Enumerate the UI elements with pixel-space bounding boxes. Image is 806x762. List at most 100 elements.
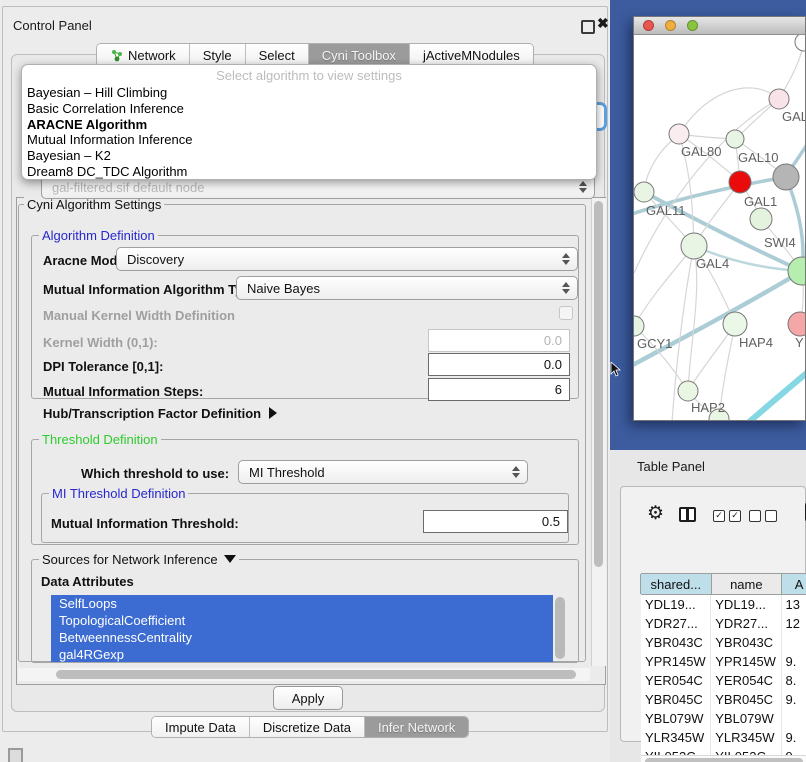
node-top[interactable] xyxy=(795,35,805,51)
mac-close-button[interactable] xyxy=(643,20,654,31)
vertical-scrollbar-thumb[interactable] xyxy=(594,201,603,567)
tab-style[interactable]: Style xyxy=(189,44,245,66)
table-cell: 9. xyxy=(782,652,806,671)
table-cell: YIL052C xyxy=(641,747,711,755)
cyni-mode-tabs: Impute DataDiscretize DataInfer Network xyxy=(151,716,469,738)
sources-title-text: Sources for Network Inference xyxy=(42,552,218,567)
algorithm-option-bayesian-k2[interactable]: Bayesian – K2 xyxy=(22,148,596,164)
node-gal1[interactable] xyxy=(729,171,751,193)
node-gal80[interactable] xyxy=(669,124,689,144)
kernel-width-value: 0.0 xyxy=(544,333,562,348)
network-edge[interactable] xyxy=(749,367,805,420)
select-all-checks-icon[interactable]: ✓✓ xyxy=(713,510,741,522)
network-edge[interactable] xyxy=(634,246,694,326)
attribute-item-topologicalcoefficient[interactable]: TopologicalCoefficient xyxy=(51,612,553,629)
deselect-all-checks-icon[interactable] xyxy=(749,510,777,522)
algorithm-option-dream8-dc-tdc-algorithm[interactable]: Dream8 DC_TDC Algorithm xyxy=(22,164,596,180)
network-edge[interactable] xyxy=(679,88,779,134)
manual-kernel-checkbox[interactable] xyxy=(559,306,573,320)
node-gal-cut[interactable] xyxy=(769,89,789,109)
algorithm-option-basic-correlation-inference[interactable]: Basic Correlation Inference xyxy=(22,101,596,117)
dpi-tolerance-field[interactable]: 0.0 xyxy=(428,353,570,376)
node-pink[interactable] xyxy=(788,312,805,336)
data-attributes-list[interactable]: SelfLoopsTopologicalCoefficientBetweenne… xyxy=(51,595,553,662)
table-row[interactable]: YIL052CYIL052C9. xyxy=(641,747,806,755)
table-panel-title: Table Panel xyxy=(637,459,705,474)
mi-threshold-field[interactable]: 0.5 xyxy=(423,510,568,533)
node-gray[interactable] xyxy=(773,164,799,190)
network-canvas[interactable]: GALGAL80GAL10GAL1GAL11GAL4SWI4GCY1HAP4YH… xyxy=(634,35,805,420)
horizontal-scrollbar[interactable] xyxy=(18,668,590,681)
manual-kernel-label: Manual Kernel Width Definition xyxy=(43,308,235,323)
column-header-a[interactable]: A xyxy=(781,574,806,594)
network-window-titlebar[interactable] xyxy=(634,17,805,35)
tab-select[interactable]: Select xyxy=(245,44,308,66)
hub-definition-expander[interactable]: Hub/Transcription Factor Definition xyxy=(43,406,277,421)
column-header-shared[interactable]: shared... xyxy=(640,574,712,594)
tab-infer-network[interactable]: Infer Network xyxy=(364,717,468,737)
node-gcy1[interactable] xyxy=(634,316,644,336)
tab-style-label: Style xyxy=(203,48,232,63)
node-gal11[interactable] xyxy=(634,182,654,202)
close-icon[interactable]: ✖ xyxy=(597,15,609,32)
apply-button-label: Apply xyxy=(292,691,325,706)
tab-select-label: Select xyxy=(259,48,295,63)
column-header-name[interactable]: name xyxy=(711,574,783,594)
table-row[interactable]: YER054CYER054C8. xyxy=(641,671,806,690)
attribute-item-betweennesscentrality[interactable]: BetweennessCentrality xyxy=(51,629,553,646)
tab-network[interactable]: Network xyxy=(97,44,189,66)
mi-threshold-value: 0.5 xyxy=(542,514,560,529)
tab-impute-data[interactable]: Impute Data xyxy=(152,717,249,737)
tab-jactivemnodules[interactable]: jActiveMNodules xyxy=(409,44,533,66)
algorithm-option-bayesian-hill-climbing[interactable]: Bayesian – Hill Climbing xyxy=(22,85,596,101)
node-swi4[interactable] xyxy=(788,257,805,285)
table-horizontal-scrollbar[interactable] xyxy=(641,755,806,762)
which-threshold-combobox[interactable]: MI Threshold xyxy=(238,460,528,484)
table-row[interactable]: YPR145WYPR145W9. xyxy=(641,652,806,671)
table-cell: 12 xyxy=(782,614,806,633)
sources-group-title[interactable]: Sources for Network Inference xyxy=(39,552,239,567)
gear-icon[interactable]: ⚙ xyxy=(647,504,664,523)
mi-type-value: Naive Bayes xyxy=(247,281,320,296)
table-row[interactable]: YBL079WYBL079W xyxy=(641,709,806,728)
table-row[interactable]: YLR345WYLR345W9. xyxy=(641,728,806,747)
aracne-mode-combobox[interactable]: Discovery xyxy=(116,247,578,271)
algorithm-option-aracne-algorithm[interactable]: ARACNE Algorithm xyxy=(22,117,596,133)
table-row[interactable]: YDR27...YDR27...12 xyxy=(641,614,806,633)
node-gal10[interactable] xyxy=(726,130,744,148)
node-green-b[interactable] xyxy=(750,208,772,230)
table-scrollbar-thumb[interactable] xyxy=(645,758,803,762)
data-attributes-label: Data Attributes xyxy=(41,574,134,589)
list-scrollbar-thumb[interactable] xyxy=(555,597,565,659)
docked-panel-icon[interactable] xyxy=(8,748,23,762)
dpi-tolerance-label: DPI Tolerance [0,1]: xyxy=(43,359,163,374)
table-cell: 9. xyxy=(782,747,806,755)
apply-button[interactable]: Apply xyxy=(273,686,343,710)
node-label-gal4: GAL4 xyxy=(696,256,729,271)
tab-discretize-data[interactable]: Discretize Data xyxy=(249,717,364,737)
node-hap4[interactable] xyxy=(723,312,747,336)
horizontal-scrollbar-thumb[interactable] xyxy=(56,670,576,679)
algorithm-dropdown-items: Bayesian – Hill ClimbingBasic Correlatio… xyxy=(22,85,596,180)
attribute-item-gal4rgexp[interactable]: gal4RGexp xyxy=(51,646,553,662)
table-cell: 9. xyxy=(782,690,806,709)
stepper-arrows-icon xyxy=(562,253,570,265)
node-hap2[interactable] xyxy=(678,381,698,401)
vertical-scrollbar[interactable] xyxy=(591,198,606,666)
table-cell: YBL079W xyxy=(711,709,781,728)
attribute-item-selfloops[interactable]: SelfLoops xyxy=(51,595,553,612)
mac-minimize-button[interactable] xyxy=(665,20,676,31)
kernel-width-field[interactable]: 0.0 xyxy=(428,329,570,352)
columns-icon[interactable] xyxy=(679,507,696,522)
mac-zoom-button[interactable] xyxy=(687,20,698,31)
algorithm-option-mutual-information-inference[interactable]: Mutual Information Inference xyxy=(22,132,596,148)
table-row[interactable]: YBR045CYBR045C9. xyxy=(641,690,806,709)
float-window-icon[interactable] xyxy=(581,20,595,34)
table-row[interactable]: YDL19...YDL19...13 xyxy=(641,595,806,614)
mi-type-combobox[interactable]: Naive Bayes xyxy=(236,276,578,300)
mi-steps-field[interactable]: 6 xyxy=(428,378,570,401)
aracne-mode-value: Discovery xyxy=(127,252,184,267)
table-panel: Table Panel ⚙ ✓✓ shared...nameA YDL19...… xyxy=(610,450,806,762)
table-row[interactable]: YBR043CYBR043C xyxy=(641,633,806,652)
tab-cyni-toolbox[interactable]: Cyni Toolbox xyxy=(308,44,409,66)
